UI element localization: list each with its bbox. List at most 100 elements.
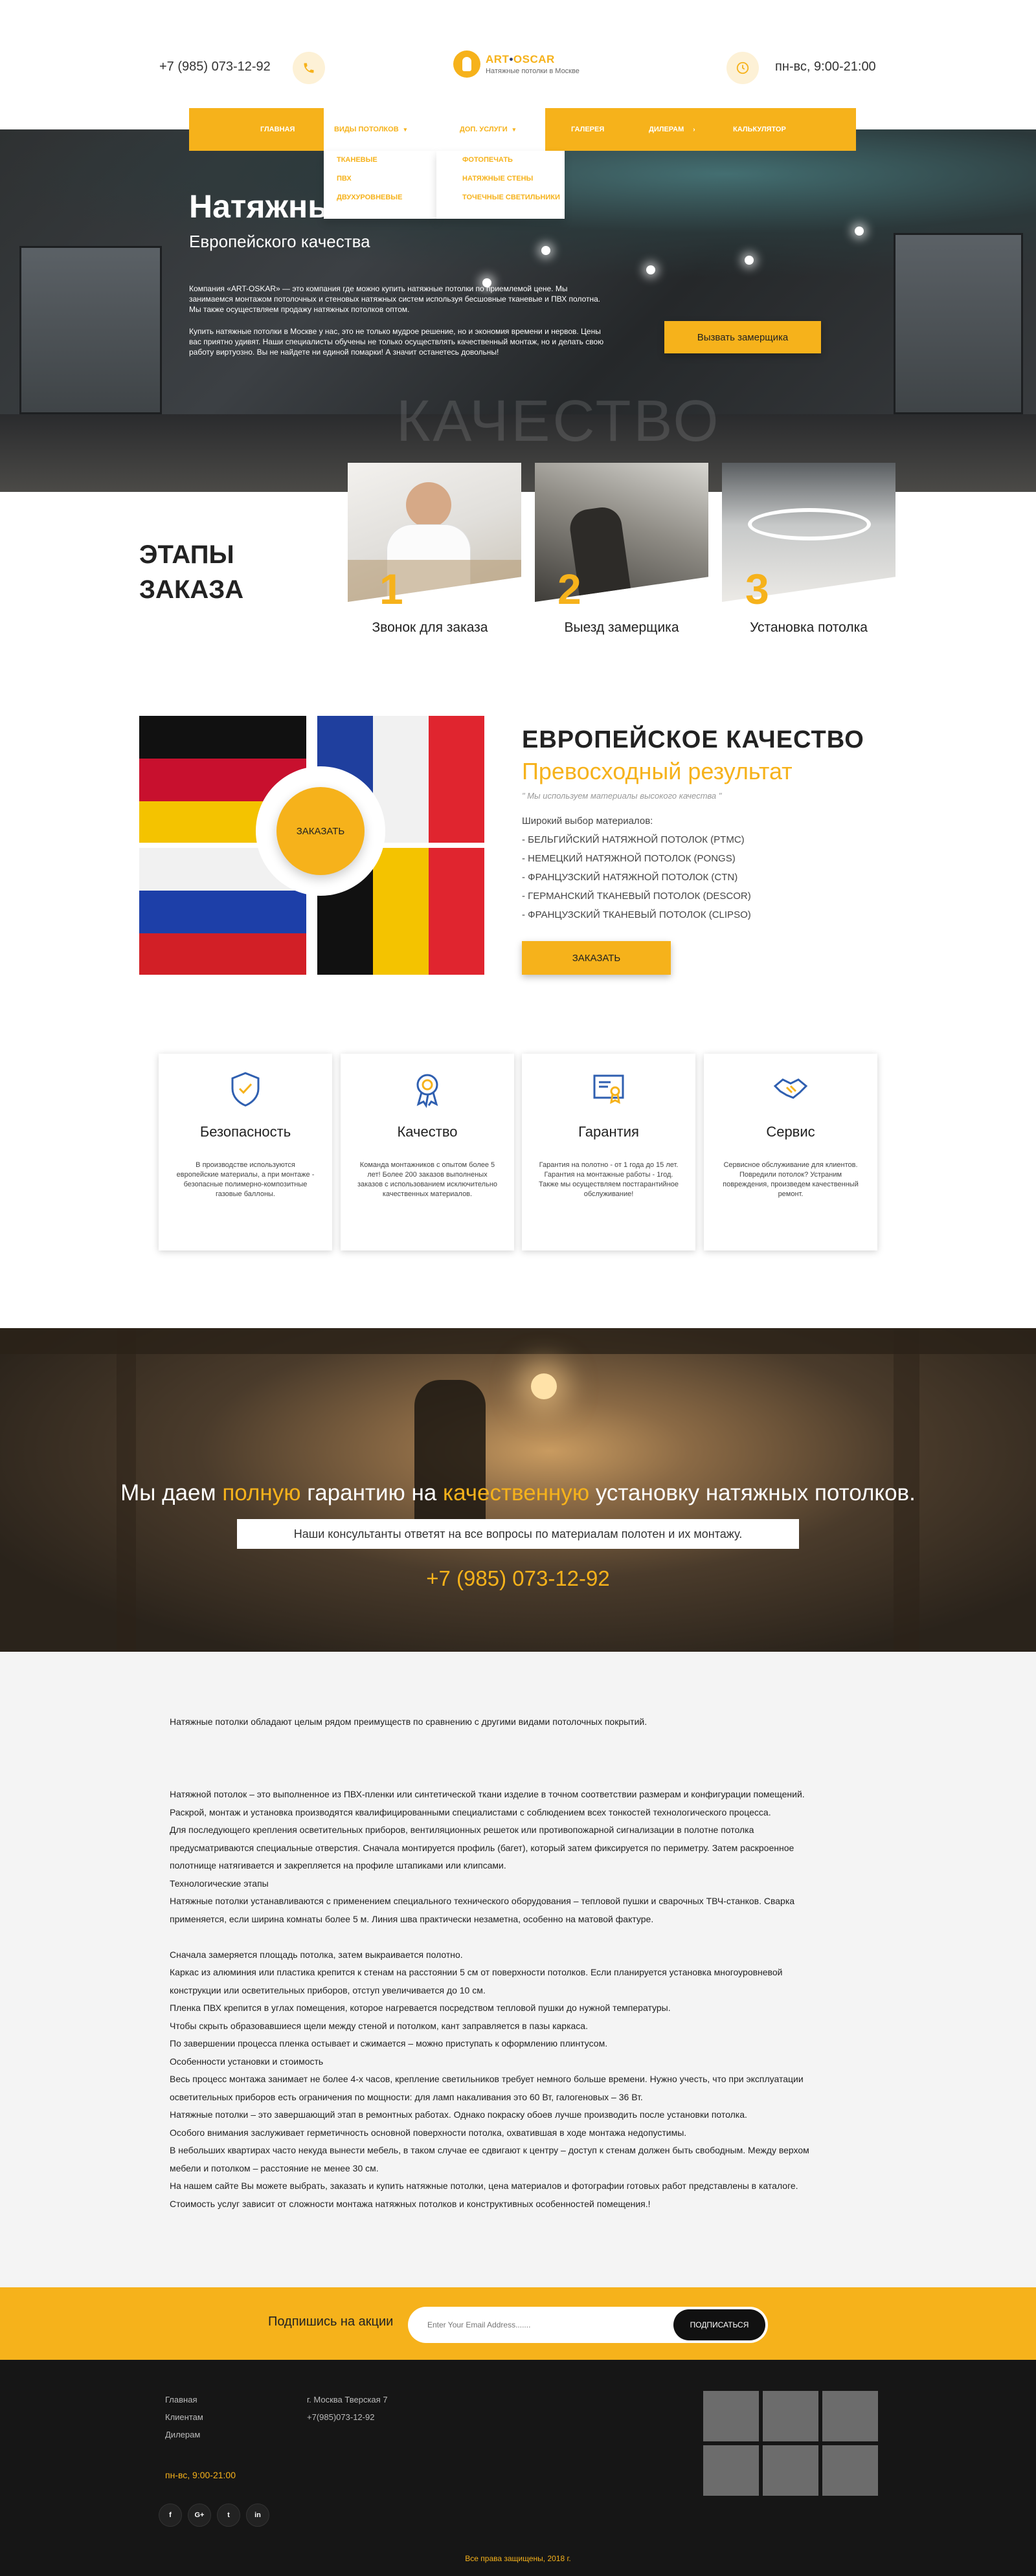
hero-window	[894, 233, 1023, 414]
feature-text: Гарантия на полотно - от 1 года до 15 ле…	[538, 1161, 679, 1198]
dropdown-item[interactable]: Тканевые	[337, 156, 377, 164]
person-head	[406, 482, 451, 527]
feature-card-service: Сервис Сервисное обслуживание для клиент…	[704, 1054, 877, 1250]
materials-list-item: - БЕЛЬГИЙСКИЙ НАТЯЖНОЙ ПОТОЛОК (PTMC)	[522, 834, 745, 845]
gallery-thumbnail[interactable]	[763, 2445, 818, 2496]
materials-list-item: - ГЕРМАНСКИЙ ТКАНЕВЫЙ ПОТОЛОК (DESCOR)	[522, 891, 751, 902]
ceiling-ring	[748, 508, 871, 540]
article-line: полотнище натягивается и закрепляется на…	[170, 1860, 506, 1871]
logo-subtitle: Натяжные потолки в Москве	[486, 67, 580, 75]
materials-heading: Широкий выбор материалов:	[522, 816, 653, 827]
nav-item-home[interactable]: Главная	[260, 108, 295, 151]
hero-watermark: КАЧЕСТВО	[396, 389, 721, 454]
handshake-icon	[773, 1078, 808, 1099]
facebook-icon[interactable]: f	[159, 2504, 182, 2527]
footer-link-home[interactable]: Главная	[165, 2395, 197, 2404]
article-line: Пленка ПВХ крепится в углах помещения, к…	[170, 2003, 671, 2013]
nav-item-gallery[interactable]: Галерея	[571, 108, 604, 151]
feature-text: Сервисное обслуживание для клиентов. Пов…	[723, 1161, 859, 1198]
copyright: Все права защищены, 2018 г.	[465, 2554, 571, 2563]
page: +7 (985) 073-12-92 ART•OSCAR Натяжные по…	[0, 0, 1036, 2576]
dropdown-item[interactable]: Двухуровневые	[337, 194, 402, 201]
logo-lamp-icon	[453, 50, 480, 78]
ceiling-beam	[0, 1328, 1036, 1354]
order-button[interactable]: ЗАКАЗАТЬ	[522, 941, 671, 975]
stage-label: Звонок для заказа	[372, 620, 488, 635]
footer-hours: пн-вс, 9:00-21:00	[165, 2470, 236, 2480]
european-title: ЕВРОПЕЙСКОЕ КАЧЕСТВО	[522, 726, 864, 753]
dropdown-item[interactable]: Точечные светильники	[462, 194, 560, 201]
article-line: Особенности установки и стоимость	[170, 2056, 324, 2067]
feature-card-guarantee: Гарантия Гарантия на полотно - от 1 года…	[522, 1054, 695, 1250]
header-hours: пн-вс, 9:00-21:00	[775, 60, 876, 74]
stage-number: 3	[745, 565, 769, 613]
header-phone[interactable]: +7 (985) 073-12-92	[159, 60, 271, 74]
article-line: По завершении процесса пленка остывает и…	[170, 2038, 608, 2049]
gallery-thumbnail[interactable]	[703, 2391, 759, 2441]
phone-icon[interactable]	[293, 52, 325, 84]
linkedin-icon[interactable]: in	[246, 2504, 269, 2527]
chevron-down-icon: ▾	[403, 126, 407, 133]
dropdown-item[interactable]: ПВХ	[337, 175, 352, 183]
stages-title-line: ЗАКАЗА	[139, 575, 244, 604]
gallery-thumbnail[interactable]	[763, 2391, 818, 2441]
hero-subtitle: Европейского качества	[189, 232, 370, 251]
dropdown-item[interactable]: Фотопечать	[462, 156, 513, 164]
nav-item-ceiling-types[interactable]: Виды потолков ▾	[324, 108, 436, 151]
gallery-thumbnail[interactable]	[822, 2391, 878, 2441]
call-measurer-button[interactable]: Вызвать замерщика	[664, 321, 821, 353]
footer-phone[interactable]: +7(985)073-12-92	[307, 2412, 374, 2422]
logo[interactable]: ART•OSCAR Натяжные потолки в Москве	[453, 50, 580, 78]
subscribe-button[interactable]: ПОДПИСАТЬСЯ	[673, 2309, 765, 2340]
footer-link-clients[interactable]: Клиентам	[165, 2412, 203, 2422]
google-plus-icon[interactable]: G+	[188, 2504, 211, 2527]
guarantee-info-box: Наши консультанты ответят на все вопросы…	[237, 1519, 799, 1549]
article-line: Сначала замеряется площадь потолка, зате…	[170, 1949, 463, 1960]
nav-item-label: Виды потолков	[334, 126, 399, 133]
article-section: Натяжные потолки обладают целым рядом пр…	[0, 1652, 1036, 2287]
article-line: Натяжные потолки – это завершающий этап …	[170, 2109, 747, 2120]
article-line: Каркас из алюминия или пластика крепится…	[170, 1967, 783, 1977]
footer-link-dealers[interactable]: Дилерам	[165, 2430, 200, 2439]
ceiling-spotlight	[541, 246, 550, 255]
article-line: применяется, если ширина комнаты более 5…	[170, 1913, 654, 1924]
nav-item-calculator[interactable]: Калькулятор	[733, 108, 786, 151]
hero-paragraph: Купить натяжные потолки в Москве у нас, …	[189, 327, 604, 357]
nav-item-extra-services[interactable]: Доп. услуги ▾	[436, 108, 545, 151]
article-line: мебели и потолком – расстояние не менее …	[170, 2162, 379, 2173]
guarantee-phone[interactable]: +7 (985) 073-12-92	[0, 1566, 1036, 1591]
nav-item-dealers[interactable]: Дилерам ›	[649, 108, 695, 151]
stages-title-line: ЭТАПЫ	[139, 540, 234, 569]
article-line: Натяжной потолок – это выполненное из ПВ…	[170, 1789, 805, 1799]
article-line: Особого внимания заслуживает герметичнос…	[170, 2127, 687, 2138]
article-line: Весь процесс монтажа занимает не более 4…	[170, 2074, 804, 2084]
article-line: На нашем сайте Вы можете выбрать, заказа…	[170, 2181, 798, 2191]
shield-icon	[231, 1072, 260, 1107]
article-line: Натяжные потолки устанавливаются с приме…	[170, 1896, 795, 1906]
stage-number: 2	[557, 565, 581, 613]
article-line: Стоимость услуг зависит от сложности мон…	[170, 2198, 651, 2209]
european-quote: " Мы используем материалы высокого качес…	[522, 791, 722, 801]
nav-item-label: Доп. услуги	[460, 126, 508, 133]
article-line: Раскрой, монтаж и установка производятся…	[170, 1806, 771, 1817]
nav-item-label: Дилерам	[649, 126, 684, 133]
ceiling-spotlight	[745, 256, 754, 265]
hero-window	[19, 246, 162, 414]
gallery-thumbnail[interactable]	[703, 2445, 759, 2496]
article-line: Технологические этапы	[170, 1878, 269, 1889]
chevron-down-icon: ▾	[512, 126, 516, 133]
order-circle-button[interactable]: ЗАКАЗАТЬ	[276, 787, 365, 875]
stage-number: 1	[379, 565, 403, 613]
feature-card-quality: Качество Команда монтажников с опытом бо…	[341, 1054, 514, 1250]
article-line: конструкции или осветительных приборов, …	[170, 1984, 486, 1995]
award-badge-icon	[416, 1074, 438, 1108]
article-intro: Натяжные потолки обладают целым рядом пр…	[170, 1716, 648, 1727]
ceiling-spotlight	[646, 265, 655, 274]
gallery-thumbnail[interactable]	[822, 2445, 878, 2496]
logo-title: ART•OSCAR	[486, 53, 555, 65]
guarantee-section: Мы даем полную гарантию на качественную …	[0, 1328, 1036, 1652]
dropdown-item[interactable]: Натяжные стены	[462, 175, 533, 183]
article-line: осветительных приборов есть ограничения …	[170, 2091, 643, 2102]
feature-text: Команда монтажников с опытом более 5 лет…	[357, 1161, 498, 1198]
twitter-icon[interactable]: t	[217, 2504, 240, 2527]
